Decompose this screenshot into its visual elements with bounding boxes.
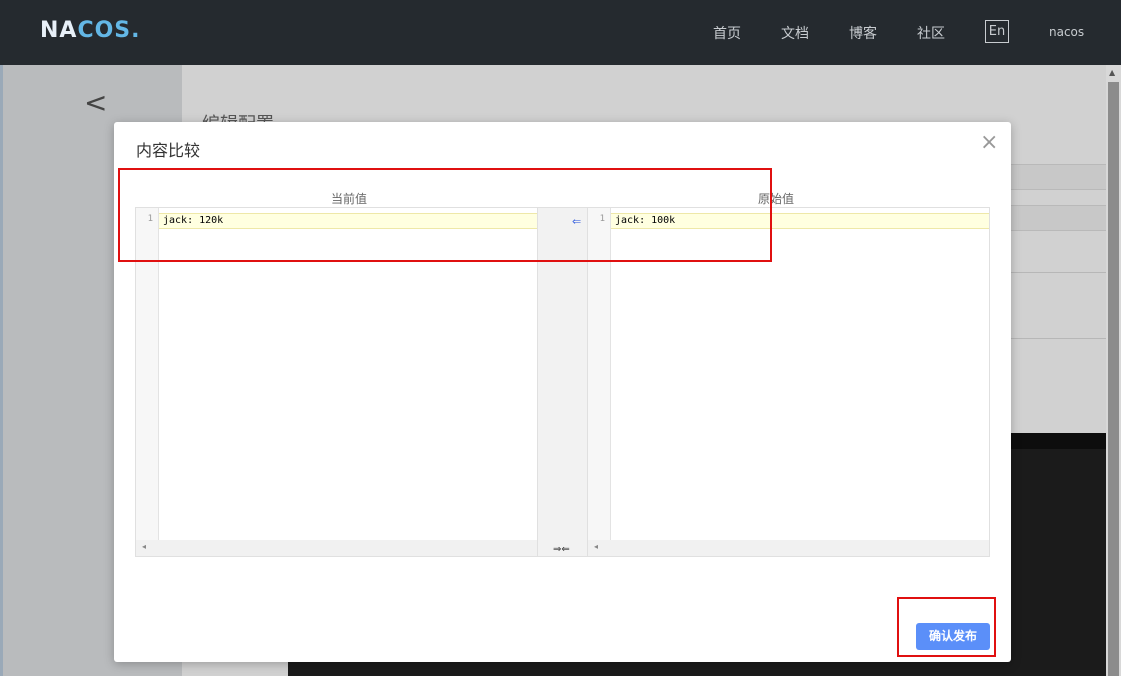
line-gutter: 1 bbox=[136, 208, 159, 540]
logo-text-suffix: . bbox=[131, 18, 141, 43]
scroll-up-icon[interactable]: ▲ bbox=[1109, 68, 1115, 77]
divider bbox=[1010, 272, 1106, 273]
back-arrow-icon[interactable]: < bbox=[84, 86, 107, 119]
line-number: 1 bbox=[599, 214, 605, 224]
horizontal-scrollbar[interactable]: ◂ bbox=[136, 540, 537, 556]
nav-docs[interactable]: 文档 bbox=[781, 23, 809, 43]
background-editor-bar bbox=[1010, 433, 1106, 449]
form-row bbox=[1010, 205, 1106, 231]
logo-text-part1: NA bbox=[40, 18, 78, 43]
merge-gap: ⇐ ⇒⇐ bbox=[537, 208, 588, 556]
nacos-logo[interactable]: NACOS. bbox=[40, 18, 141, 43]
form-row bbox=[1010, 164, 1106, 190]
scroll-left-icon[interactable]: ◂ bbox=[142, 542, 146, 551]
align-arrows-icon[interactable]: ⇒⇐ bbox=[553, 544, 570, 555]
right-pane-header: 原始值 bbox=[758, 192, 795, 206]
diff-merge-view: 1 jack: 120k ◂ ⇐ ⇒⇐ 1 jack: 100k ◂ bbox=[135, 207, 990, 557]
horizontal-scrollbar[interactable]: ◂ bbox=[588, 540, 989, 556]
top-nav: NACOS. 首页 文档 博客 社区 En nacos bbox=[0, 0, 1121, 65]
close-icon[interactable]: × bbox=[980, 130, 998, 155]
left-pane-header: 当前值 bbox=[331, 192, 368, 206]
code-line[interactable]: jack: 100k bbox=[611, 213, 989, 229]
revert-arrow-icon[interactable]: ⇐ bbox=[572, 215, 581, 228]
sidebar-edge bbox=[0, 65, 3, 676]
dialog-title: 内容比较 bbox=[136, 141, 201, 160]
nav-community[interactable]: 社区 bbox=[917, 23, 945, 43]
nav-home[interactable]: 首页 bbox=[713, 23, 741, 43]
line-number: 1 bbox=[147, 214, 153, 224]
compare-dialog: 内容比较 × 当前值 原始值 1 jack: 120k ◂ ⇐ ⇒⇐ 1 jac… bbox=[114, 122, 1011, 662]
user-name[interactable]: nacos bbox=[1049, 25, 1084, 39]
original-value-editor[interactable]: 1 jack: 100k ◂ bbox=[588, 208, 989, 556]
page-scrollbar-thumb[interactable] bbox=[1108, 82, 1119, 676]
scroll-left-icon[interactable]: ◂ bbox=[594, 542, 598, 551]
divider bbox=[1010, 338, 1106, 339]
logo-text-part2: COS bbox=[77, 18, 132, 43]
current-value-editor[interactable]: 1 jack: 120k ◂ bbox=[136, 208, 537, 556]
confirm-publish-button[interactable]: 确认发布 bbox=[916, 623, 990, 650]
language-toggle[interactable]: En bbox=[985, 20, 1009, 43]
nav-blog[interactable]: 博客 bbox=[849, 23, 877, 43]
code-line[interactable]: jack: 120k bbox=[159, 213, 537, 229]
line-gutter: 1 bbox=[588, 208, 611, 540]
